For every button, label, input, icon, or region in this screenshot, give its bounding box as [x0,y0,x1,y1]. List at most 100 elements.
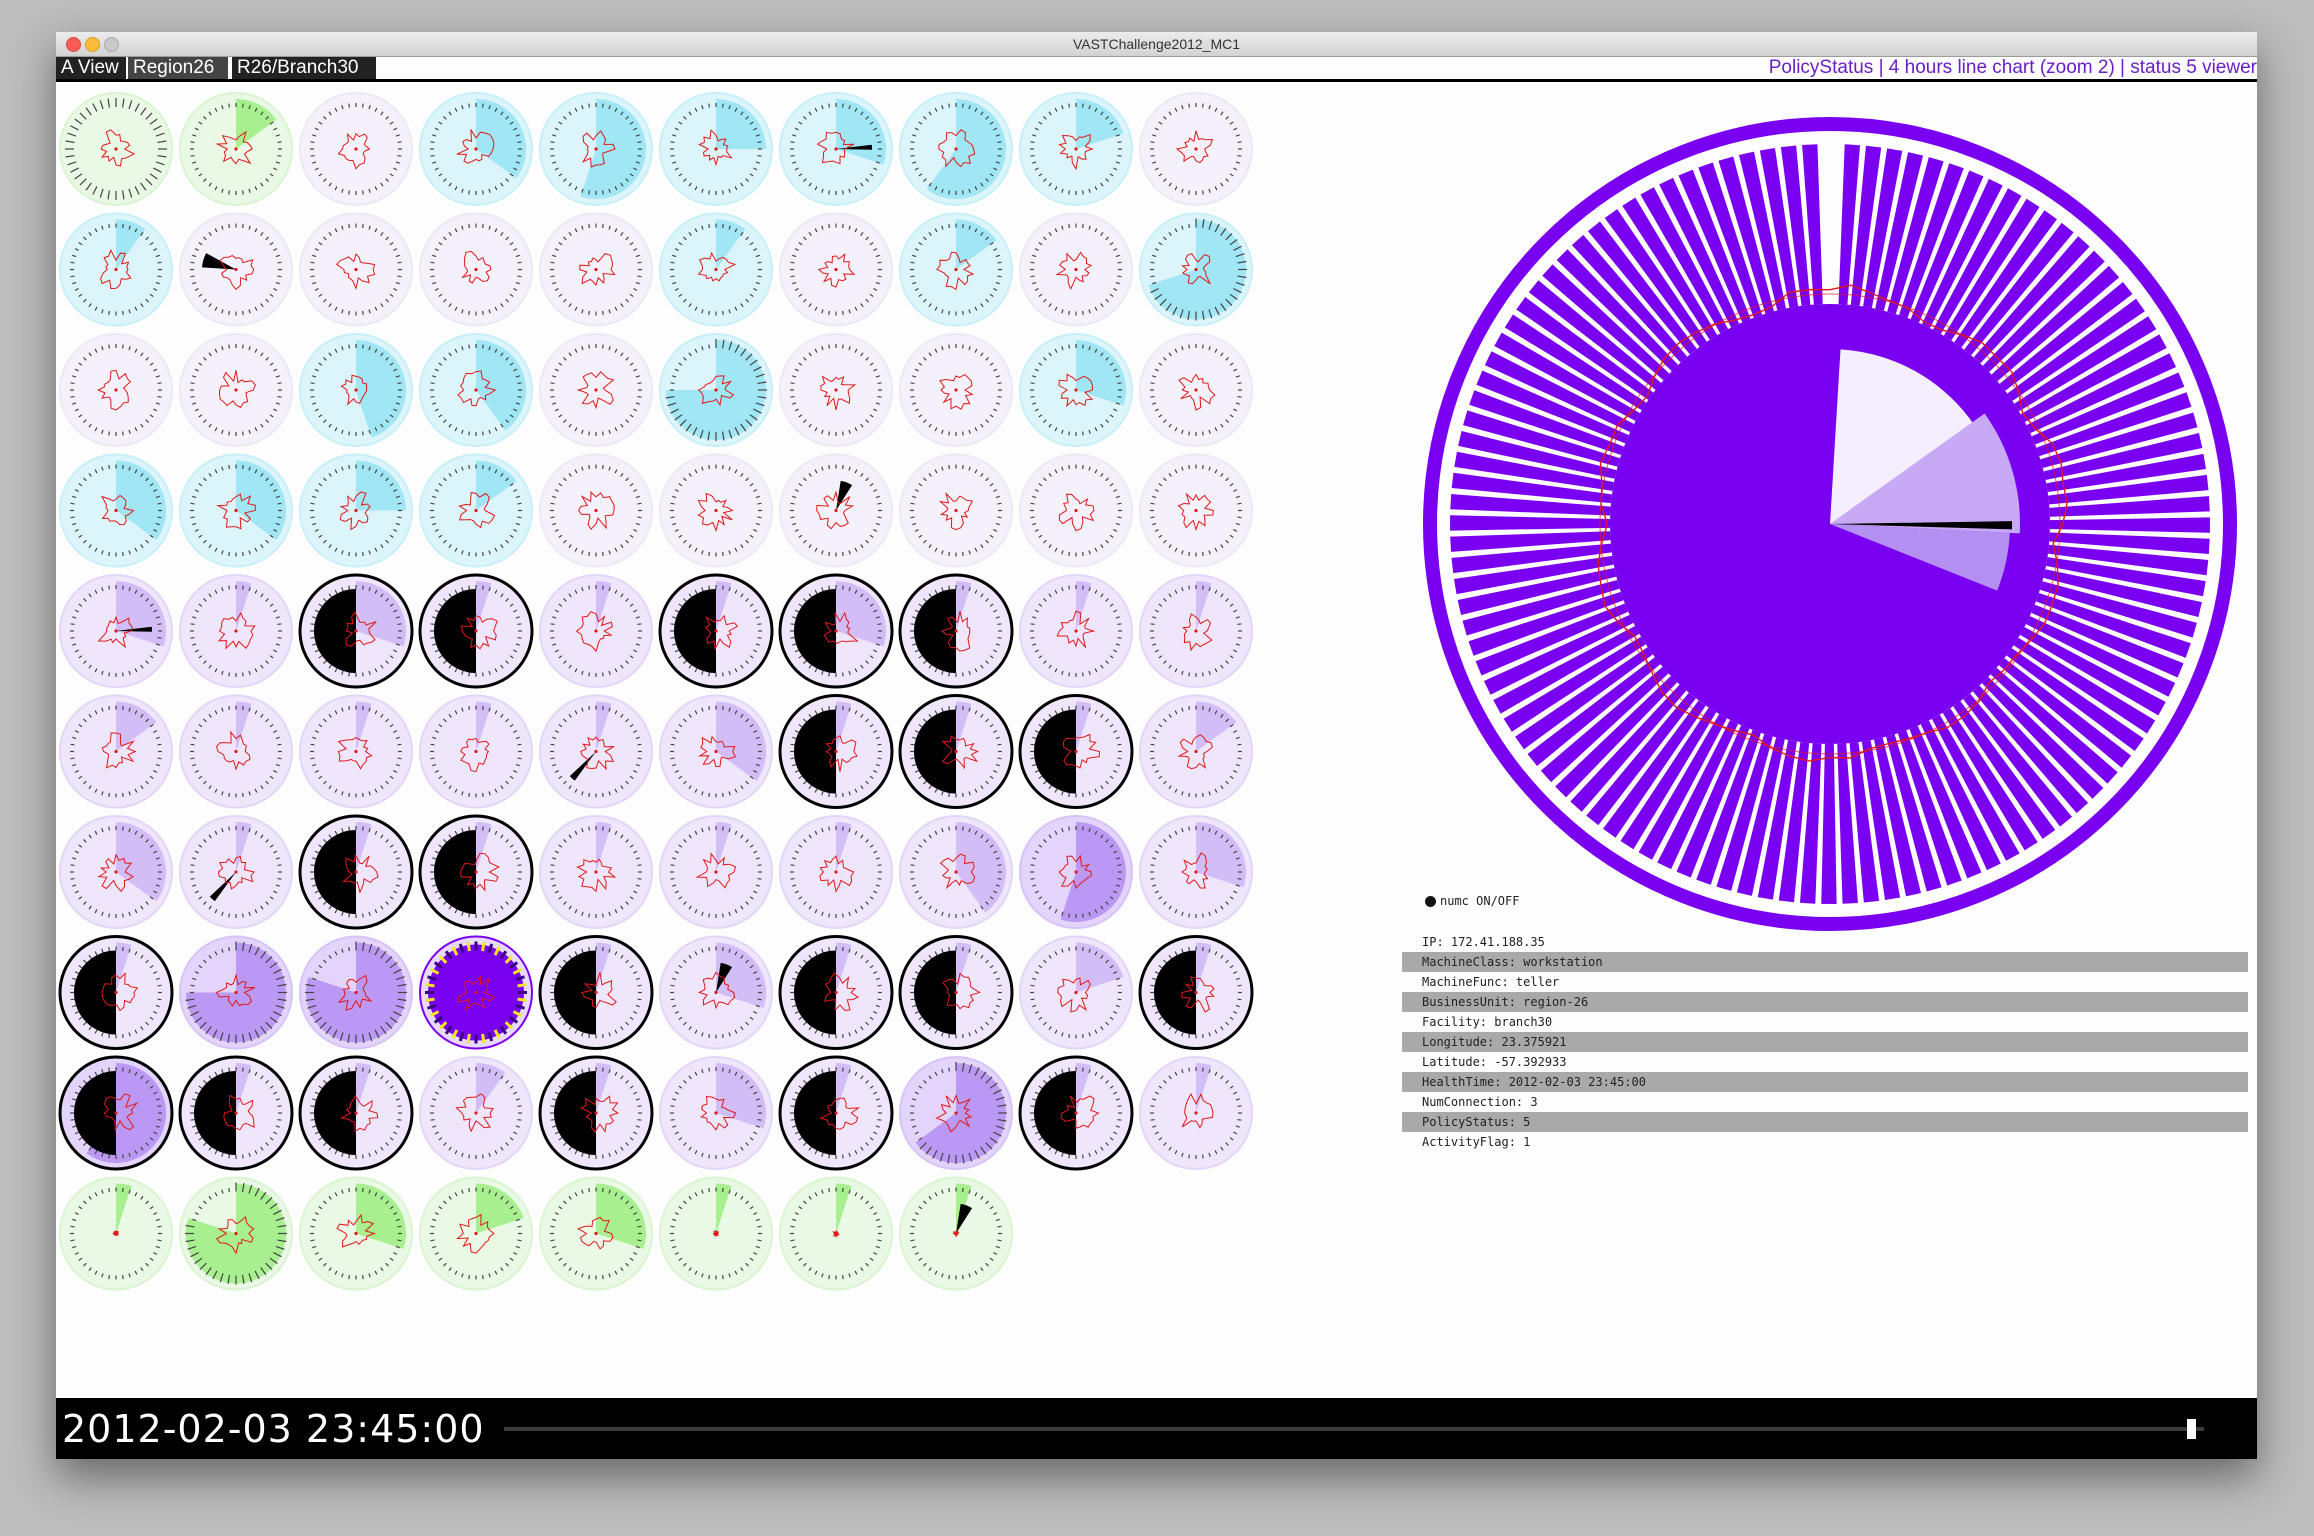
machine-glyph[interactable] [659,453,773,568]
machine-glyph[interactable] [1139,92,1253,206]
machine-glyph[interactable] [418,814,534,930]
machine-glyph[interactable] [179,815,293,929]
machine-glyph[interactable] [659,333,773,447]
machine-glyph[interactable] [899,1176,1013,1291]
machine-glyph[interactable] [299,694,413,809]
machine-glyph[interactable] [778,573,894,689]
machine-glyph[interactable] [58,1055,174,1171]
machine-glyph[interactable] [1019,92,1133,206]
machine-glyph[interactable] [419,212,533,327]
machine-glyph[interactable] [779,333,893,447]
machine-glyph[interactable] [298,814,414,930]
machine-glyph[interactable] [1139,333,1253,447]
machine-glyph[interactable] [539,453,653,568]
machine-glyph[interactable] [59,333,173,447]
machine-glyph[interactable] [659,92,773,206]
machine-glyph[interactable] [778,935,894,1050]
machine-glyph[interactable] [299,92,413,206]
machine-glyph[interactable] [179,574,293,688]
machine-glyph[interactable] [298,573,414,689]
machine-glyph[interactable] [1139,1056,1253,1170]
machine-glyph[interactable] [58,935,174,1050]
machine-glyph[interactable] [179,92,293,206]
machine-glyph[interactable] [1139,815,1253,929]
machine-glyph[interactable] [59,453,173,568]
machine-glyph[interactable] [779,92,893,206]
machine-glyph[interactable] [779,453,893,568]
timeline-slider-track[interactable] [504,1427,2204,1431]
close-window-button[interactable] [66,37,81,52]
machine-glyph[interactable] [539,694,653,809]
machine-glyph[interactable] [419,1056,533,1170]
machine-glyph[interactable] [1019,935,1133,1050]
machine-glyph[interactable] [419,453,533,568]
machine-glyph[interactable] [59,92,173,206]
machine-glyph[interactable] [419,333,533,447]
machine-glyph[interactable] [59,815,173,929]
machine-glyph[interactable] [539,815,653,929]
breadcrumb-a-view[interactable]: A View [56,57,126,79]
machine-glyph[interactable] [179,694,293,809]
machine-glyph[interactable] [899,815,1013,929]
machine-glyph[interactable] [659,1056,773,1170]
machine-glyph[interactable] [898,694,1014,809]
machine-glyph[interactable] [298,1055,414,1171]
machine-glyph[interactable] [658,573,774,689]
minimize-window-button[interactable] [85,37,100,52]
machine-glyph[interactable] [538,935,654,1050]
machine-glyph[interactable] [539,212,653,327]
machine-glyph[interactable] [299,935,413,1050]
machine-glyph[interactable] [1018,694,1134,809]
machine-glyph[interactable] [659,935,773,1050]
machine-glyph[interactable] [659,212,773,327]
machine-glyph[interactable] [59,212,173,327]
machine-glyph[interactable] [179,1176,293,1291]
machine-glyph[interactable] [778,1055,894,1171]
machine-glyph[interactable] [419,92,533,206]
machine-glyph[interactable] [178,1055,294,1171]
machine-glyph[interactable] [659,1176,773,1291]
machine-glyph[interactable] [899,453,1013,568]
machine-glyph[interactable] [1139,694,1253,809]
machine-glyph[interactable] [779,212,893,327]
machine-glyph[interactable] [899,92,1013,206]
machine-glyph[interactable] [419,935,533,1050]
breadcrumb-branch[interactable]: R26/Branch30 [232,57,376,79]
machine-glyph[interactable] [899,1056,1013,1170]
machine-glyph[interactable] [899,212,1013,327]
maximize-window-button[interactable] [104,37,119,52]
machine-glyph[interactable] [299,1176,413,1291]
machine-glyph[interactable] [539,92,653,206]
machine-glyph[interactable] [899,333,1013,447]
machine-glyph[interactable] [1019,333,1133,447]
machine-glyph[interactable] [1019,453,1133,568]
machine-glyph[interactable] [539,1176,653,1291]
machine-glyph[interactable] [59,574,173,688]
machine-glyph[interactable] [898,935,1014,1050]
machine-glyph[interactable] [779,1176,893,1291]
machine-glyph[interactable] [1138,935,1254,1050]
machine-glyph[interactable] [659,815,773,929]
machine-glyph[interactable] [1139,574,1253,688]
machine-glyph[interactable] [418,573,534,689]
machine-glyph[interactable] [419,694,533,809]
machine-glyph[interactable] [299,333,413,447]
machine-glyph[interactable] [179,333,293,447]
machine-glyph[interactable] [1019,815,1133,929]
machine-glyph[interactable] [659,694,773,809]
machine-glyph[interactable] [539,333,653,447]
machine-glyph[interactable] [419,1176,533,1291]
machine-glyph[interactable] [538,1055,654,1171]
machine-glyph[interactable] [179,453,293,568]
machine-glyph[interactable] [539,574,653,688]
machine-glyph[interactable] [778,694,894,809]
machine-glyph[interactable] [779,815,893,929]
machine-glyph[interactable] [1018,1055,1134,1171]
machine-glyph[interactable] [59,694,173,809]
machine-glyph[interactable] [1139,212,1253,327]
machine-glyph[interactable] [898,573,1014,689]
breadcrumb-region[interactable]: Region26 [128,57,228,79]
machine-glyph[interactable] [299,453,413,568]
machine-glyph[interactable] [1019,574,1133,688]
timeline-slider-handle[interactable] [2187,1419,2196,1439]
